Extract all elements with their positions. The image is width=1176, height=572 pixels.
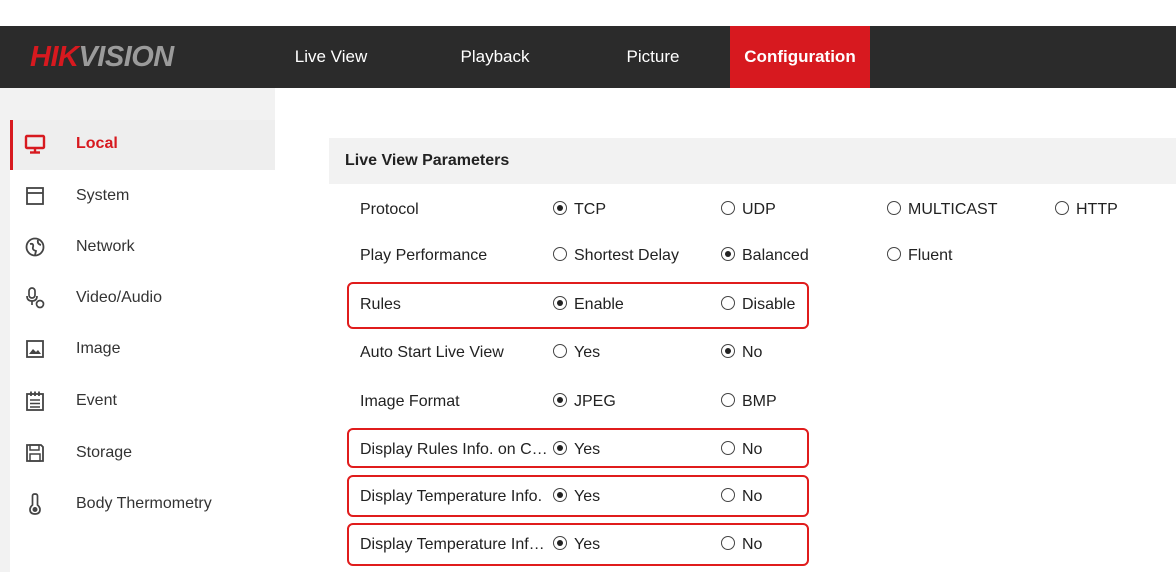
tab-configuration[interactable]: Configuration	[730, 26, 870, 88]
option-label: Yes	[574, 344, 601, 361]
option-label: TCP	[574, 201, 606, 218]
option-label: No	[742, 344, 763, 361]
logo-vision-text: VISION	[78, 41, 174, 73]
param-label: Image Format	[360, 393, 460, 410]
radio-protocol-http[interactable]: HTTP	[1055, 190, 1118, 230]
radio-format-jpeg[interactable]: JPEG	[553, 382, 616, 422]
param-row-play-performance: Play Performance Shortest Delay Balanced…	[0, 236, 1176, 276]
radio-fluent[interactable]: Fluent	[887, 236, 952, 276]
radio-protocol-udp[interactable]: UDP	[721, 190, 776, 230]
highlight-box-display-temperature-info	[347, 475, 809, 517]
param-row-protocol: Protocol TCP UDP MULTICAST HTTP	[0, 190, 1176, 230]
option-label: HTTP	[1076, 201, 1118, 218]
param-label: Protocol	[360, 201, 419, 218]
option-label: BMP	[742, 393, 777, 410]
radio-unselected-icon	[1055, 200, 1069, 215]
radio-selected-icon	[553, 392, 567, 407]
radio-format-bmp[interactable]: BMP	[721, 382, 777, 422]
radio-protocol-multicast[interactable]: MULTICAST	[887, 190, 997, 230]
option-label: UDP	[742, 201, 776, 218]
radio-auto-start-yes[interactable]: Yes	[553, 333, 600, 373]
tab-live-view[interactable]: Live View	[286, 26, 376, 88]
radio-protocol-tcp[interactable]: TCP	[553, 190, 606, 230]
radio-unselected-icon	[721, 392, 735, 407]
radio-selected-icon	[721, 246, 735, 261]
tab-picture[interactable]: Picture	[608, 26, 698, 88]
param-row-image-format: Image Format JPEG BMP	[0, 382, 1176, 422]
section-header: Live View Parameters	[329, 138, 1176, 184]
sidebar-item-local[interactable]: Local	[10, 120, 275, 170]
param-label: Auto Start Live View	[360, 344, 504, 361]
radio-unselected-icon	[553, 343, 567, 358]
radio-selected-icon	[553, 200, 567, 215]
monitor-icon	[24, 134, 46, 154]
tab-playback[interactable]: Playback	[445, 26, 545, 88]
param-label: Play Performance	[360, 247, 488, 264]
param-row-auto-start-live-view: Auto Start Live View Yes No	[0, 333, 1176, 373]
radio-balanced[interactable]: Balanced	[721, 236, 809, 276]
hikvision-logo: HIKVISION	[30, 41, 174, 74]
option-label: MULTICAST	[908, 201, 998, 218]
radio-unselected-icon	[887, 246, 901, 261]
section-title: Live View Parameters	[345, 152, 510, 169]
sidebar-item-label: Local	[76, 135, 118, 152]
active-indicator	[10, 120, 13, 170]
radio-selected-icon	[721, 343, 735, 358]
radio-auto-start-no[interactable]: No	[721, 333, 762, 373]
highlight-box-display-temperature-info-2	[347, 523, 809, 566]
logo-hik-text: HIK	[30, 41, 79, 73]
radio-unselected-icon	[721, 200, 735, 215]
radio-unselected-icon	[553, 246, 567, 261]
option-label: JPEG	[574, 393, 616, 410]
option-label: Fluent	[908, 247, 953, 264]
option-label: Balanced	[742, 247, 809, 264]
option-label: Shortest Delay	[574, 247, 679, 264]
highlight-box-rules	[347, 282, 809, 329]
top-navigation-bar: HIKVISION Live View Playback Picture Con…	[0, 26, 1176, 88]
radio-shortest-delay[interactable]: Shortest Delay	[553, 236, 679, 276]
highlight-box-display-rules-info	[347, 428, 809, 468]
radio-unselected-icon	[887, 200, 901, 215]
